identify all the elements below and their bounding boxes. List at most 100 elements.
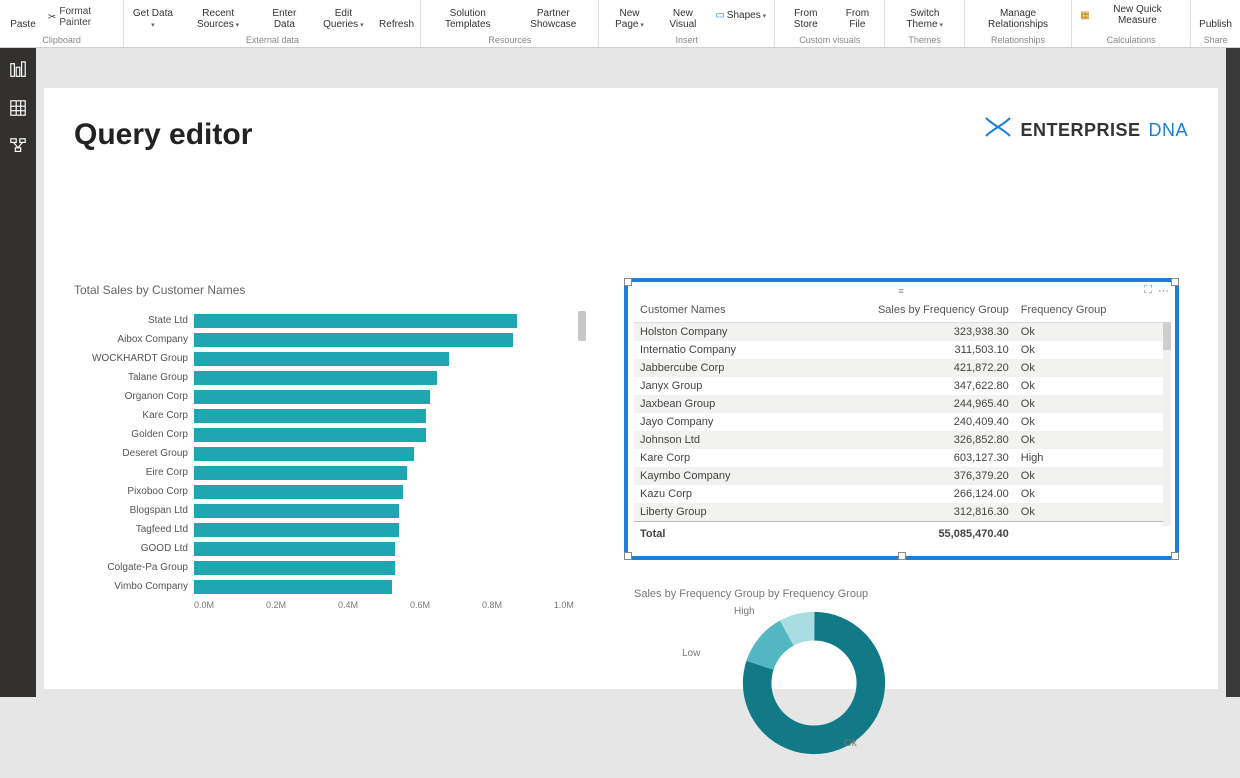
table-cell: 421,872.20 <box>798 359 1015 377</box>
table-row[interactable]: Janyx Group347,622.80Ok <box>634 377 1163 395</box>
table-visual-selected[interactable]: ≡ ⛶ ⋯ Customer NamesSales by Frequency G… <box>624 278 1179 560</box>
table-row[interactable]: Jabbercube Corp421,872.20Ok <box>634 359 1163 377</box>
ribbon-group-label: Resources <box>488 33 531 45</box>
paste-button[interactable]: Paste <box>4 0 42 30</box>
bar-row <box>194 577 574 596</box>
ribbon-group-label: Share <box>1204 33 1228 45</box>
enter-data-button[interactable]: Enter Data <box>259 0 310 30</box>
solution-templates-button[interactable]: Solution Templates <box>425 0 510 30</box>
resize-handle[interactable] <box>898 552 906 560</box>
bar[interactable] <box>194 428 426 442</box>
shapes-icon: ▭ <box>715 10 724 21</box>
donut-chart-visual[interactable]: Sales by Frequency Group by Frequency Gr… <box>634 588 1034 778</box>
bar[interactable] <box>194 485 403 499</box>
donut-label-low: Low <box>682 648 700 659</box>
new-quick-measure-button[interactable]: ▦ New Quick Measure <box>1076 0 1186 30</box>
bar-chart-scrollbar[interactable] <box>578 311 586 341</box>
table-row[interactable]: Liberty Group312,816.30Ok <box>634 503 1163 522</box>
table-row[interactable]: Kaymbo Company376,379.20Ok <box>634 467 1163 485</box>
bar[interactable] <box>194 409 426 423</box>
donut-chart-title: Sales by Frequency Group by Frequency Gr… <box>634 588 1034 600</box>
model-view-icon[interactable] <box>8 136 28 156</box>
bar[interactable] <box>194 371 437 385</box>
bar-chart-visual[interactable]: Total Sales by Customer Names State LtdA… <box>74 283 574 610</box>
get-data-button[interactable]: Get Data <box>128 0 177 30</box>
more-options-icon[interactable]: ⋯ <box>1158 284 1169 297</box>
from-file-button[interactable]: From File <box>834 0 880 30</box>
table-cell: Ok <box>1015 503 1163 522</box>
table-row[interactable]: Internatio Company311,503.10Ok <box>634 341 1163 359</box>
table-row[interactable]: Holston Company323,938.30Ok <box>634 323 1163 342</box>
table-cell: 244,965.40 <box>798 395 1015 413</box>
bar-row <box>194 482 574 501</box>
bar[interactable] <box>194 580 392 594</box>
table-cell: Ok <box>1015 341 1163 359</box>
dna-icon <box>984 116 1012 144</box>
ribbon-group-custom-visuals: From Store From File Custom visuals <box>775 0 885 47</box>
bar[interactable] <box>194 390 430 404</box>
table-row[interactable]: Johnson Ltd326,852.80Ok <box>634 431 1163 449</box>
bar-category-label: Deseret Group <box>74 444 194 463</box>
report-view-icon[interactable] <box>8 60 28 80</box>
bar-chart-title: Total Sales by Customer Names <box>74 283 574 297</box>
bar-row <box>194 444 574 463</box>
bar-category-label: Tagfeed Ltd <box>74 520 194 539</box>
table-row[interactable]: Kare Corp603,127.30High <box>634 449 1163 467</box>
edit-queries-button[interactable]: Edit Queries <box>312 0 375 30</box>
table-cell: Johnson Ltd <box>634 431 798 449</box>
new-page-button[interactable]: New Page <box>603 0 655 30</box>
bar-category-label: Aibox Company <box>74 330 194 349</box>
data-view-icon[interactable] <box>8 98 28 118</box>
table-scrollbar[interactable] <box>1163 322 1171 526</box>
bar[interactable] <box>194 561 395 575</box>
from-store-button[interactable]: From Store <box>779 0 832 30</box>
refresh-button[interactable]: Refresh <box>377 0 417 30</box>
manage-relationships-button[interactable]: Manage Relationships <box>969 0 1067 30</box>
bar-category-label: GOOD Ltd <box>74 539 194 558</box>
table-column-header[interactable]: Frequency Group <box>1015 298 1163 323</box>
resize-handle[interactable] <box>624 278 632 286</box>
new-visual-button[interactable]: New Visual <box>658 0 709 30</box>
table-cell: Ok <box>1015 359 1163 377</box>
bar[interactable] <box>194 447 414 461</box>
recent-sources-button[interactable]: Recent Sources <box>179 0 256 30</box>
focus-mode-icon[interactable]: ⛶ <box>1144 284 1152 297</box>
bar-row <box>194 368 574 387</box>
right-collapsed-pane[interactable] <box>1226 48 1240 697</box>
bar[interactable] <box>194 352 449 366</box>
table-cell: Kaymbo Company <box>634 467 798 485</box>
format-painter-button[interactable]: ✂ Format Painter <box>44 4 119 30</box>
table-cell: 347,622.80 <box>798 377 1015 395</box>
table-cell: Internatio Company <box>634 341 798 359</box>
bar[interactable] <box>194 523 399 537</box>
partner-showcase-button[interactable]: Partner Showcase <box>512 0 594 30</box>
table-row[interactable]: Jaxbean Group244,965.40Ok <box>634 395 1163 413</box>
publish-button[interactable]: Publish <box>1195 0 1236 30</box>
shapes-button[interactable]: ▭ Shapes <box>710 0 770 30</box>
bar[interactable] <box>194 504 399 518</box>
logo-text-bold: ENTERPRISE <box>1020 120 1140 141</box>
ribbon-group-label: Relationships <box>991 33 1045 45</box>
resize-handle[interactable] <box>1171 552 1179 560</box>
resize-handle[interactable] <box>1171 278 1179 286</box>
bar[interactable] <box>194 333 513 347</box>
table-column-header[interactable]: Sales by Frequency Group <box>798 298 1015 323</box>
bar[interactable] <box>194 314 517 328</box>
table-cell: Ok <box>1015 431 1163 449</box>
table-cell: Ok <box>1015 413 1163 431</box>
canvas-scroll-area: Query editor ENTERPRISE DNA Total Sales … <box>36 48 1226 697</box>
switch-theme-button[interactable]: Switch Theme <box>889 0 959 30</box>
table-row[interactable]: Kazu Corp266,124.00Ok <box>634 485 1163 503</box>
resize-handle[interactable] <box>624 552 632 560</box>
bar-row <box>194 311 574 330</box>
report-canvas[interactable]: Query editor ENTERPRISE DNA Total Sales … <box>44 88 1218 689</box>
bar[interactable] <box>194 542 395 556</box>
ribbon-group-external-data: Get Data Recent Sources Enter Data Edit … <box>124 0 421 47</box>
paintbrush-icon: ✂ <box>48 12 56 23</box>
table-row[interactable]: Jayo Company240,409.40Ok <box>634 413 1163 431</box>
bar[interactable] <box>194 466 407 480</box>
table-cell: 603,127.30 <box>798 449 1015 467</box>
drag-grip-icon[interactable]: ≡ <box>898 286 904 296</box>
table-column-header[interactable]: Customer Names <box>634 298 798 323</box>
table-cell: Liberty Group <box>634 503 798 522</box>
